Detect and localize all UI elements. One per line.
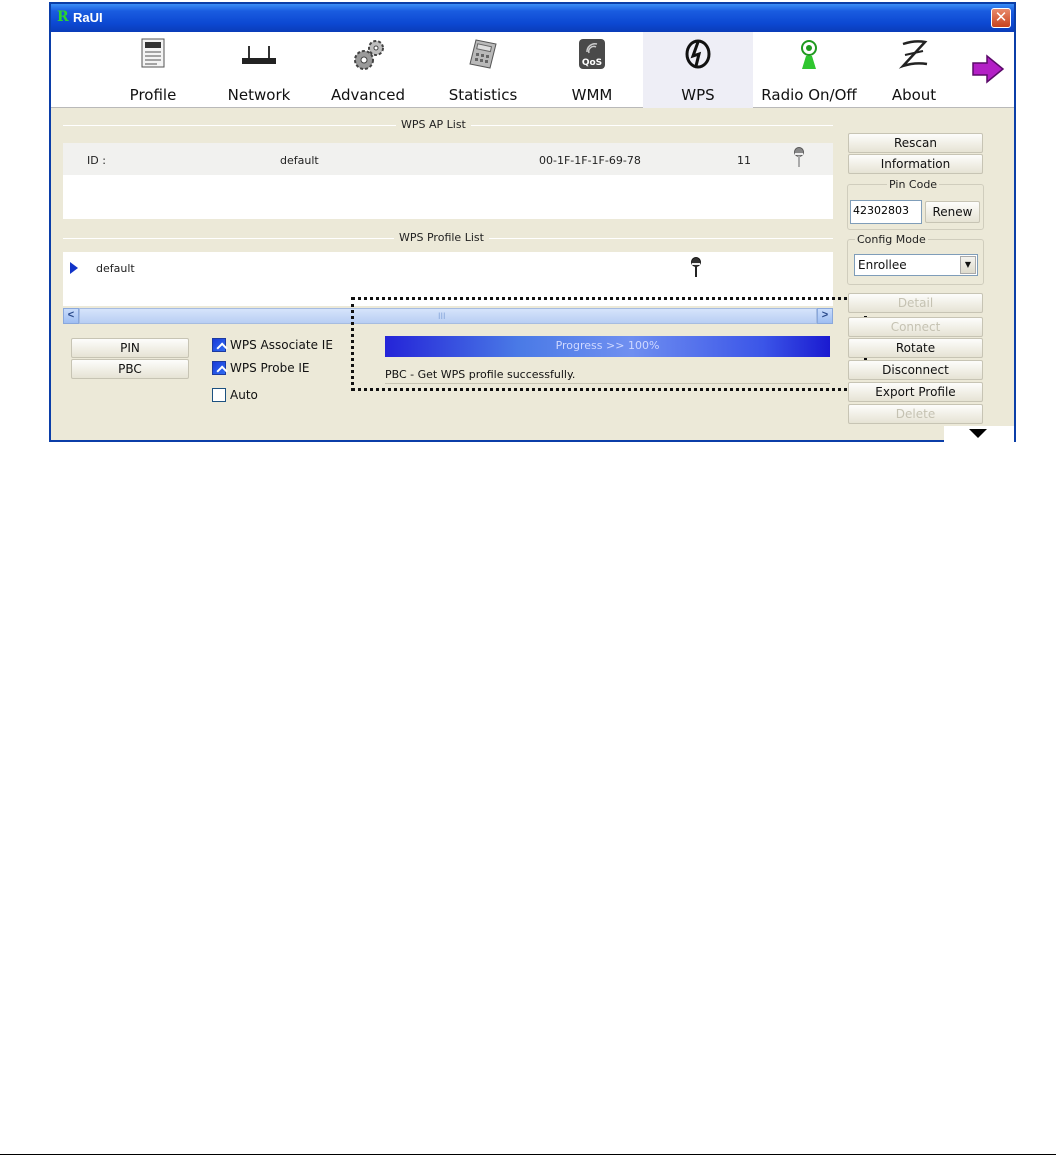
toolbar-network-label: Network [227,86,291,104]
toolbar-radio-label: Radio On/Off [761,86,857,104]
toolbar-statistics-button[interactable]: Statistics [435,32,531,108]
config-mode-value: Enrollee [858,258,907,272]
profile-list-row[interactable]: default [63,252,833,282]
pin-code-label: Pin Code [887,178,940,191]
information-button[interactable]: Information [848,154,983,174]
toolbar-network-button[interactable]: Network [217,32,301,108]
raui-window: R RaUI ✕ Profile Network Advanced Statis… [49,2,1016,442]
wmm-icon: QoS [579,39,605,69]
window-title: RaUI [73,10,103,25]
ap-channel: 11 [737,154,751,167]
profile-name: default [96,262,135,275]
highlight-dotted-frame [351,297,867,391]
toolbar-about-button[interactable]: About [877,32,951,108]
ap-bssid: 00-1F-1F-1F-69-78 [539,154,641,167]
ap-list-row[interactable]: ID : default 00-1F-1F-1F-69-78 11 [63,143,833,175]
triangle-down-icon [969,429,987,438]
rotate-button[interactable]: Rotate [848,338,983,358]
config-mode-select[interactable]: Enrollee ▼ [854,254,978,276]
expand-panel-button[interactable] [944,426,1014,442]
toolbar-advanced-button[interactable]: Advanced [323,32,413,108]
key-icon [691,257,701,277]
toolbar-wps-button[interactable]: WPS [643,32,753,108]
about-icon [898,40,928,69]
next-arrow-icon[interactable] [971,54,1005,84]
toolbar-profile-label: Profile [129,86,177,104]
auto-label: Auto [230,388,258,402]
profile-icon [141,38,165,68]
toolbar-advanced-label: Advanced [330,86,406,104]
ap-list-title: WPS AP List [396,118,471,131]
auto-checkbox[interactable] [212,388,226,402]
title-bar[interactable]: R RaUI ✕ [51,4,1014,32]
wps-probe-ie-label: WPS Probe IE [230,361,310,375]
close-button[interactable]: ✕ [991,8,1011,28]
profile-list-title: WPS Profile List [394,231,489,244]
key-icon [794,147,804,167]
selected-row-arrow-icon [70,262,78,274]
toolbar-wps-label: WPS [681,86,715,104]
network-icon [242,46,276,64]
toolbar-radio-button[interactable]: Radio On/Off [753,32,865,108]
ap-list[interactable]: ID : default 00-1F-1F-1F-69-78 11 [63,143,833,219]
ap-name: default [280,154,319,167]
rescan-button[interactable]: Rescan [848,133,983,153]
renew-button[interactable]: Renew [925,201,980,223]
wps-associate-ie-label: WPS Associate IE [230,338,333,352]
toolbar-statistics-label: Statistics [448,86,518,104]
export-profile-button[interactable]: Export Profile [848,382,983,402]
toolbar-wmm-button[interactable]: QoS WMM [554,32,630,108]
advanced-icon [354,40,384,70]
wps-icon [685,39,711,69]
radio-icon [801,40,817,69]
main-toolbar: Profile Network Advanced Statistics QoS … [51,32,1014,108]
pbc-button[interactable]: PBC [71,359,189,379]
wmm-qos-badge: QoS [582,58,602,68]
wps-probe-ie-checkbox[interactable] [212,361,226,375]
pin-code-field[interactable]: 42302803 [850,200,922,224]
config-mode-label: Config Mode [855,233,928,246]
toolbar-wmm-label: WMM [571,86,613,104]
ap-id-label: ID : [87,154,106,167]
detail-button[interactable]: Detail [848,293,983,313]
app-logo-icon: R [57,9,69,25]
pin-button[interactable]: PIN [71,338,189,358]
statistics-icon [469,39,497,69]
wps-associate-ie-checkbox[interactable] [212,338,226,352]
delete-button[interactable]: Delete [848,404,983,424]
toolbar-profile-button[interactable]: Profile [113,32,193,108]
disconnect-button[interactable]: Disconnect [848,360,983,380]
toolbar-about-label: About [891,86,937,104]
dropdown-arrow-icon[interactable]: ▼ [960,256,976,274]
page-footer-rule [0,1154,1056,1155]
scroll-left-button[interactable]: < [63,308,79,324]
connect-button[interactable]: Connect [848,317,983,337]
